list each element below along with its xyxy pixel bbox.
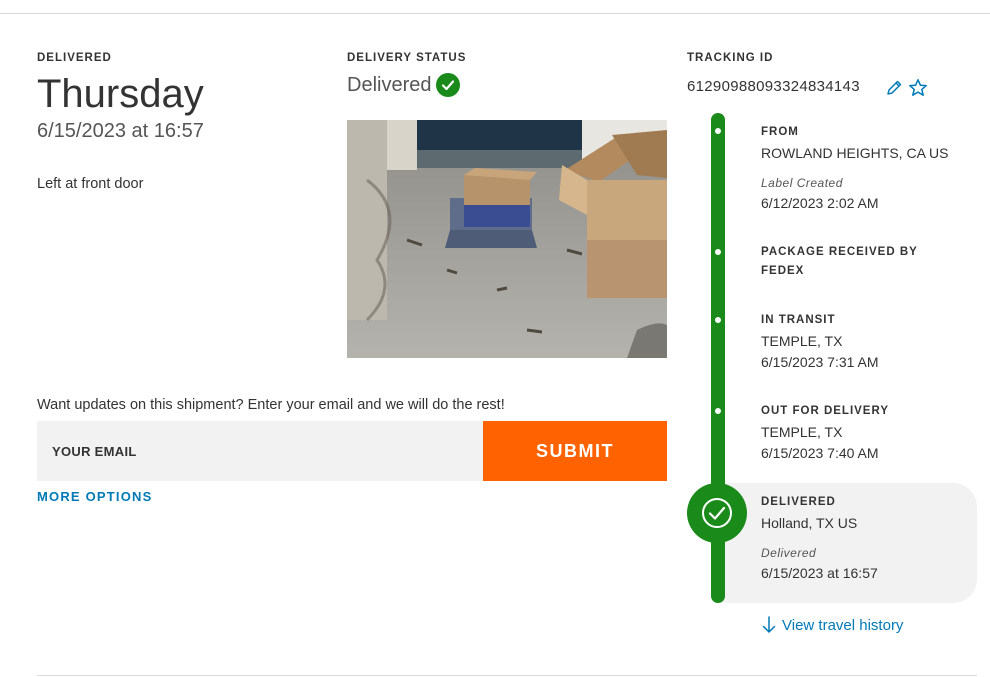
- delivery-status-label: DELIVERY STATUS: [347, 52, 467, 64]
- bottom-divider: [37, 675, 977, 676]
- delivery-note: Left at front door: [37, 176, 144, 192]
- timeline-dot: [715, 249, 721, 255]
- arrow-down-icon: [762, 616, 776, 633]
- tracking-id-label: TRACKING ID: [687, 52, 774, 64]
- event-location: Holland, TX US: [761, 515, 858, 531]
- delivery-status-value: Delivered: [347, 74, 432, 96]
- updates-prompt: Want updates on this shipment? Enter you…: [37, 397, 505, 413]
- delivery-day: Thursday: [37, 72, 204, 116]
- event-time: 6/15/2023 7:31 AM: [761, 354, 879, 370]
- submit-button[interactable]: SUBMIT: [483, 421, 667, 481]
- delivery-photo[interactable]: [347, 120, 667, 358]
- event-subtitle: Delivered: [761, 546, 817, 560]
- view-travel-history-link[interactable]: View travel history: [762, 616, 903, 634]
- event-subtitle: Label Created: [761, 176, 843, 190]
- star-icon[interactable]: [908, 78, 928, 98]
- event-title-line2: FEDEX: [761, 265, 805, 277]
- event-time: 6/15/2023 at 16:57: [761, 565, 878, 581]
- more-options-link[interactable]: MORE OPTIONS: [37, 489, 153, 504]
- event-location: ROWLAND HEIGHTS, CA US: [761, 145, 949, 161]
- timeline-dot: [715, 128, 721, 134]
- event-time: 6/15/2023 7:40 AM: [761, 445, 879, 461]
- timeline-dot: [715, 317, 721, 323]
- email-field[interactable]: [37, 421, 483, 481]
- event-location: TEMPLE, TX: [761, 424, 843, 440]
- delivered-event-card: [718, 483, 977, 603]
- tracking-number: 612909880933248341​43: [687, 78, 860, 95]
- event-title: DELIVERED: [761, 496, 836, 508]
- event-title: IN TRANSIT: [761, 314, 836, 326]
- delivered-label: DELIVERED: [37, 52, 112, 64]
- delivered-check-icon: [687, 483, 747, 543]
- event-time: 6/12/2023 2:02 AM: [761, 195, 879, 211]
- timeline-dot: [715, 408, 721, 414]
- delivery-datetime: 6/15/2023 at 16:57: [37, 120, 204, 142]
- top-divider: [0, 13, 990, 14]
- event-title: OUT FOR DELIVERY: [761, 405, 890, 417]
- event-title: PACKAGE RECEIVED BY: [761, 246, 918, 258]
- event-title: FROM: [761, 126, 799, 138]
- view-travel-history-label: View travel history: [782, 616, 904, 634]
- check-circle-icon: [436, 73, 460, 97]
- pencil-icon[interactable]: [885, 79, 903, 97]
- event-location: TEMPLE, TX: [761, 333, 843, 349]
